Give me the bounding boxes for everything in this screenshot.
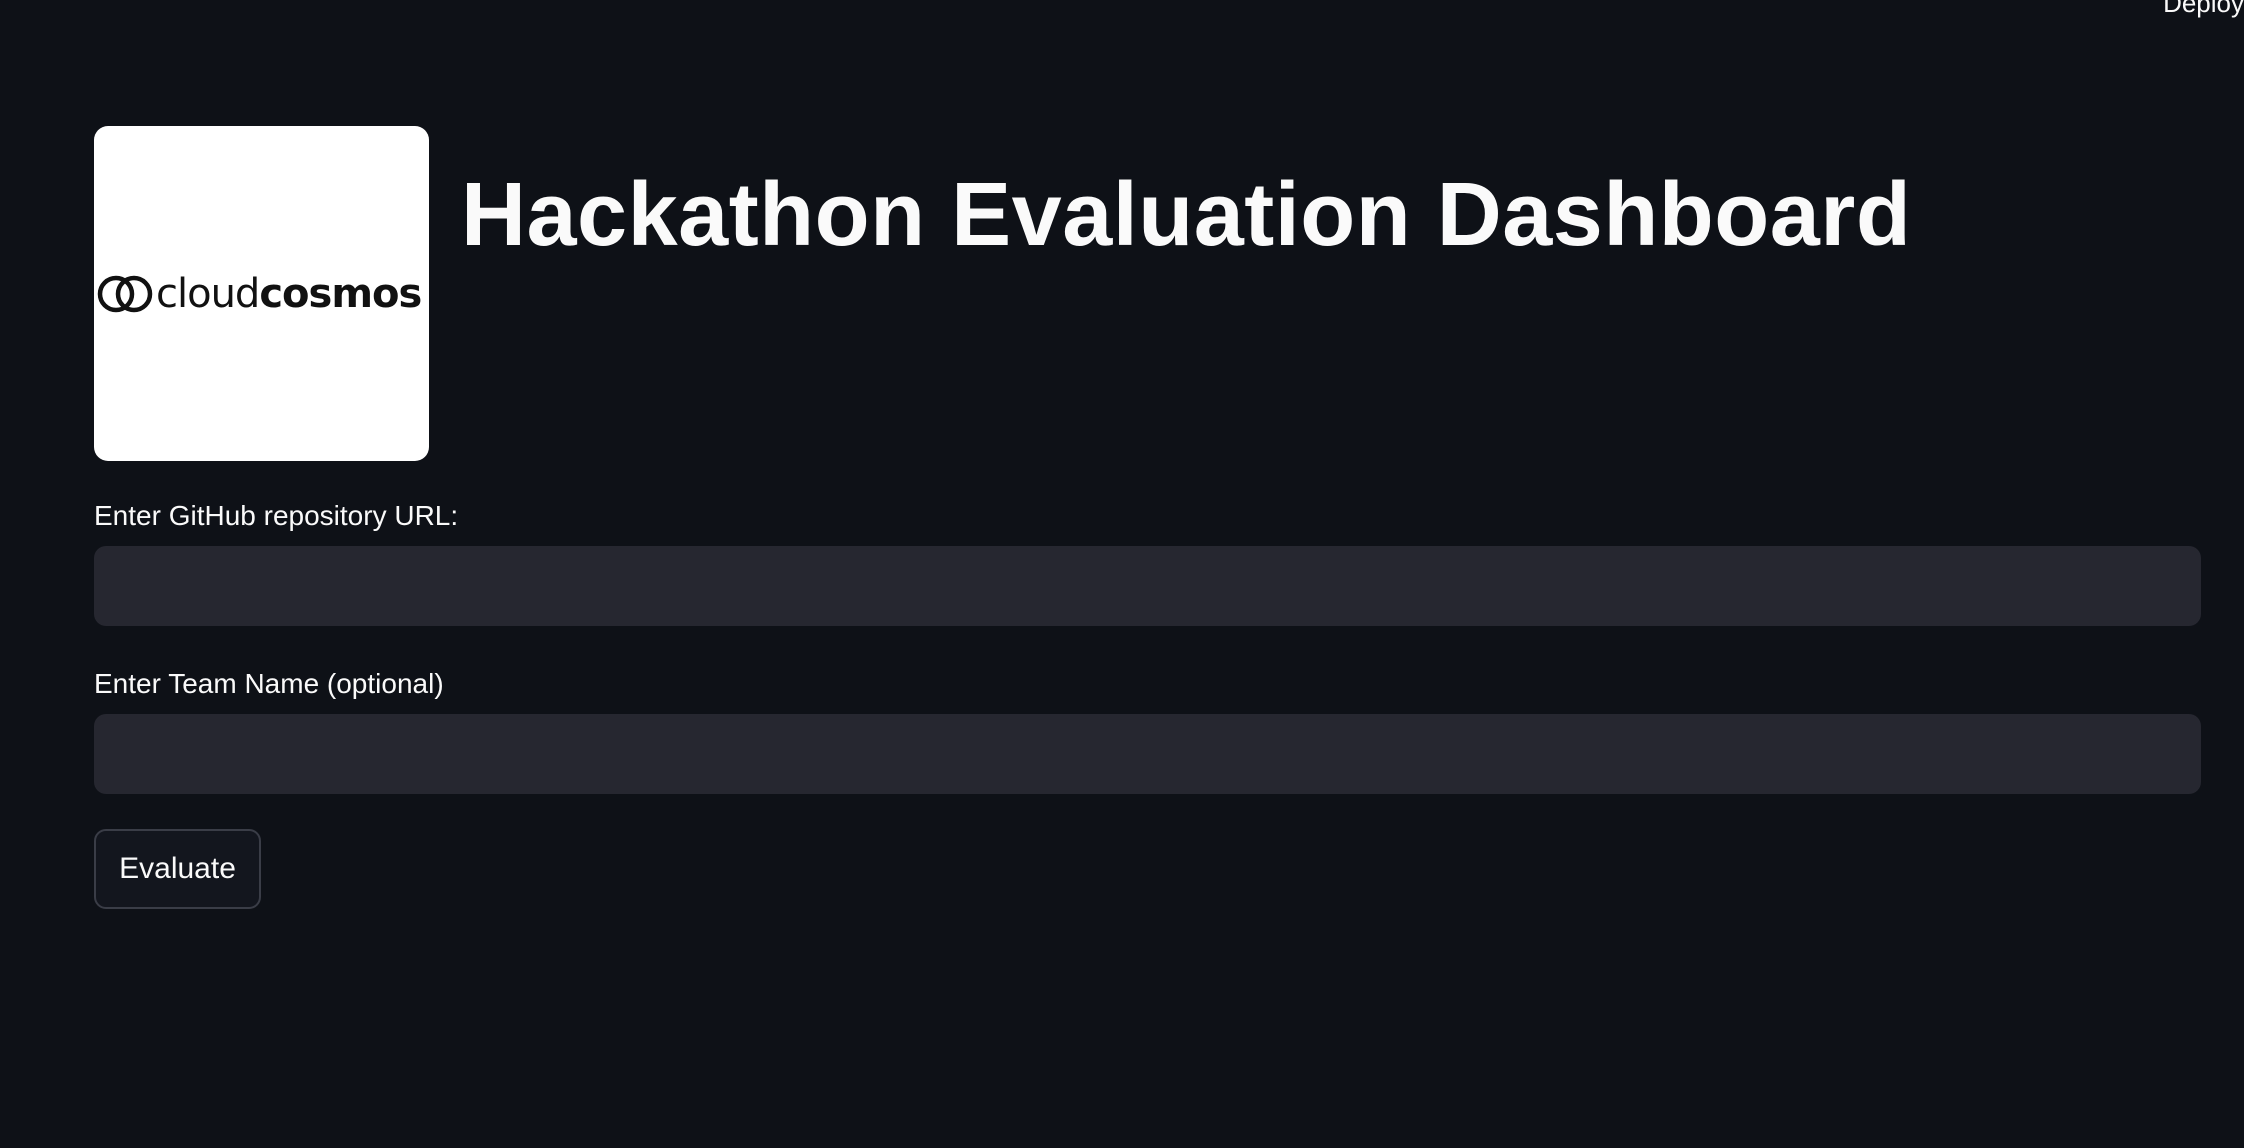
team-name-input[interactable] xyxy=(94,714,2201,794)
team-name-label: Enter Team Name (optional) xyxy=(94,668,444,699)
deploy-button[interactable]: Deploy xyxy=(2155,0,2244,19)
logo-wordmark: cloudcosmos xyxy=(156,270,422,317)
logo-text-light: cloud xyxy=(156,270,260,317)
repo-url-input[interactable] xyxy=(94,546,2201,626)
repo-url-label: Enter GitHub repository URL: xyxy=(94,500,459,531)
page-title: Hackathon Evaluation Dashboard xyxy=(461,165,1912,265)
app-root: Deploy cloudcosmos Hackathon Evaluation … xyxy=(0,0,2244,1148)
logo-text-bold: cosmos xyxy=(259,270,422,317)
cloud-rings-icon xyxy=(97,275,153,312)
team-name-field: Enter Team Name (optional) xyxy=(94,668,2201,794)
evaluate-button[interactable]: Evaluate xyxy=(94,829,261,909)
cloudcosmos-logo: cloudcosmos xyxy=(94,126,429,461)
repo-url-field: Enter GitHub repository URL: xyxy=(94,500,2201,626)
header-row: cloudcosmos Hackathon Evaluation Dashboa… xyxy=(94,126,1911,461)
logo-inner: cloudcosmos xyxy=(94,270,422,317)
